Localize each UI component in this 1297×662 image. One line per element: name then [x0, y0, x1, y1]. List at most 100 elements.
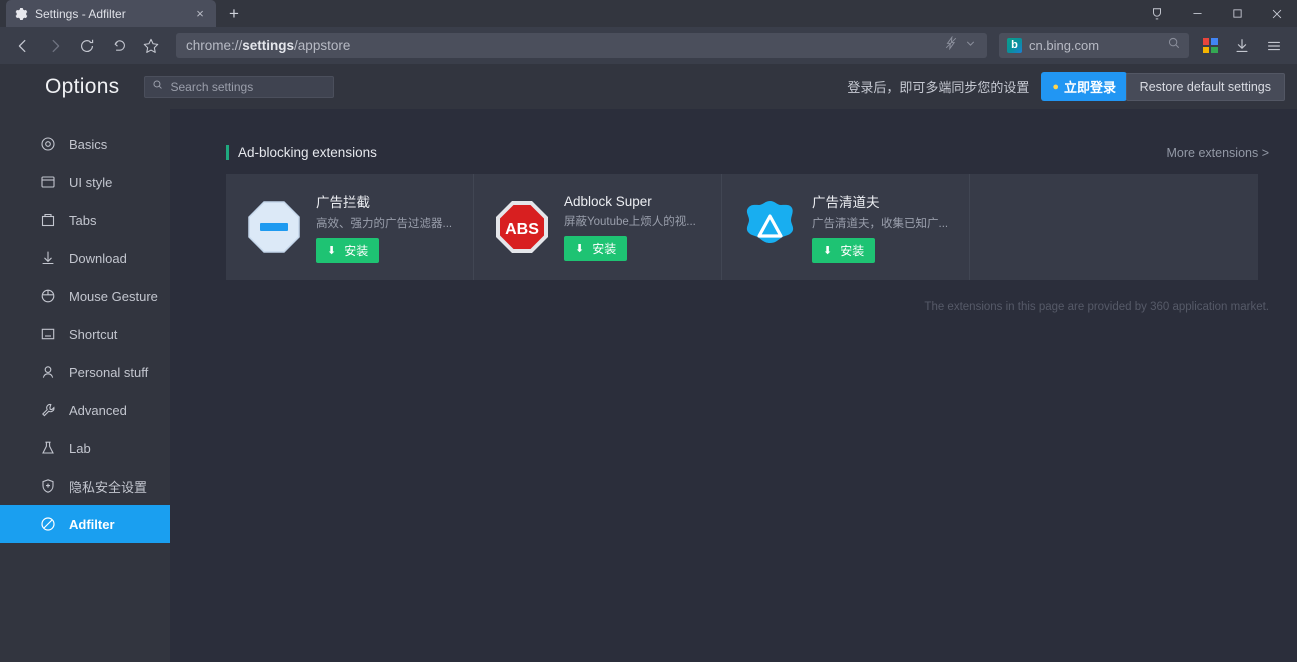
search-engine-box[interactable]: b cn.bing.com [999, 33, 1189, 58]
sidebar-item-mouse-gesture[interactable]: Mouse Gesture [0, 277, 170, 315]
section-accent-bar [226, 145, 229, 160]
sidebar-item-label: Basics [69, 136, 108, 152]
section-header: Ad-blocking extensions More extensions > [226, 145, 1269, 160]
shield-plus-icon [40, 478, 56, 494]
wrench-icon [40, 402, 56, 418]
search-icon [152, 78, 164, 96]
sidebar-item-label: Personal stuff [69, 364, 149, 380]
download-icon: ⬇ [327, 245, 337, 257]
close-window-button[interactable] [1257, 0, 1297, 27]
settings-sidebar: Basics UI style Tabs Download Mouse Gest [0, 109, 170, 662]
page-body: Basics UI style Tabs Download Mouse Gest [0, 109, 1297, 662]
sidebar-item-label: Shortcut [69, 326, 118, 342]
extension-name: 广告清道夫 [812, 195, 880, 210]
extension-name: Adblock Super [564, 193, 652, 209]
tab-title: Settings - Adfilter [35, 6, 126, 21]
keyboard-icon [40, 326, 56, 342]
extension-card[interactable]: 广告拦截 高效、强力的广告过滤器... ⬇ 安装 [226, 174, 474, 280]
extensions-footnote: The extensions in this page are provided… [924, 301, 1269, 313]
close-icon[interactable]: × [192, 6, 208, 22]
address-bar[interactable]: chrome://settings/appstore [176, 33, 987, 58]
sidebar-item-ui-style[interactable]: UI style [0, 163, 170, 201]
extension-card-empty-slot [970, 174, 1258, 280]
octagon-minus-icon [246, 199, 302, 255]
title-bar: Settings - Adfilter × + [0, 0, 1297, 27]
search-settings-input[interactable]: Search settings [144, 75, 335, 98]
window-controls [1137, 0, 1297, 27]
install-button-label: 安装 [840, 244, 865, 258]
apps-grid-icon[interactable] [1195, 31, 1225, 61]
sidebar-item-label: Download [69, 250, 127, 266]
sidebar-item-advanced[interactable]: Advanced [0, 391, 170, 429]
download-icon: ⬇ [823, 245, 833, 257]
address-bar-text: chrome://settings/appstore [186, 38, 351, 53]
history-back-icon[interactable] [104, 31, 134, 61]
maximize-button[interactable] [1217, 0, 1257, 27]
hamburger-menu-icon[interactable] [1259, 31, 1289, 61]
chevron-down-icon[interactable] [964, 37, 977, 55]
back-button[interactable] [8, 31, 38, 61]
sidebar-item-label: Lab [69, 440, 91, 456]
install-button[interactable]: ⬇ 安装 [564, 235, 628, 261]
sidebar-item-adfilter[interactable]: Adfilter [0, 505, 170, 543]
extension-card[interactable]: 广告清道夫 广告清道夫，收集已知广... ⬇ 安装 [722, 174, 970, 280]
login-button[interactable]: ● 立即登录 [1041, 72, 1127, 101]
mouse-icon [40, 288, 56, 304]
reload-button[interactable] [72, 31, 102, 61]
search-engine-text: cn.bing.com [1029, 38, 1100, 53]
install-button-label: 安装 [344, 244, 369, 258]
login-prompt: 登录后，即可多端同步您的设置 ● 立即登录 [847, 72, 1127, 101]
sidebar-item-personal-stuff[interactable]: Personal stuff [0, 353, 170, 391]
gear-icon [14, 7, 28, 21]
more-extensions-link[interactable]: More extensions > [1167, 146, 1269, 160]
bing-icon: b [1007, 38, 1022, 53]
forward-button[interactable] [40, 31, 70, 61]
sidebar-item-label: UI style [69, 174, 113, 190]
sidebar-item-label: Advanced [69, 402, 127, 418]
person-icon [40, 364, 56, 380]
section-title: Ad-blocking extensions [238, 145, 377, 160]
window-icon [40, 174, 56, 190]
sidebar-item-tabs[interactable]: Tabs [0, 201, 170, 239]
tabs-icon [40, 212, 56, 228]
download-icon[interactable] [1227, 31, 1257, 61]
flask-icon [40, 440, 56, 456]
sidebar-item-privacy-security[interactable]: 隐私安全设置 [0, 467, 170, 505]
download-arrow-icon [40, 250, 56, 266]
block-circle-icon [40, 516, 56, 532]
sidebar-item-label: Mouse Gesture [69, 288, 158, 304]
abs-octagon-icon: ABS [494, 199, 550, 255]
download-icon: ⬇ [575, 242, 585, 255]
install-button[interactable]: ⬇ 安装 [316, 238, 380, 263]
extension-name: 广告拦截 [316, 195, 370, 210]
restore-default-settings-button[interactable]: Restore default settings [1125, 72, 1285, 101]
minimize-button[interactable] [1177, 0, 1217, 27]
browser-tab[interactable]: Settings - Adfilter × [6, 0, 216, 27]
sidebar-item-download[interactable]: Download [0, 239, 170, 277]
lightning-slash-icon[interactable] [944, 35, 958, 55]
blue-triangle-icon [742, 199, 798, 255]
sidebar-item-shortcut[interactable]: Shortcut [0, 315, 170, 353]
trophy-icon[interactable] [1137, 0, 1177, 27]
target-icon [40, 136, 56, 152]
extension-description: 屏蔽Youtube上烦人的视... [564, 215, 696, 228]
bookmark-star-icon[interactable] [136, 31, 166, 61]
page-title: Options [45, 74, 120, 98]
options-header: Options Search settings 登录后，即可多端同步您的设置 ●… [0, 64, 1297, 109]
extension-description: 高效、强力的广告过滤器... [316, 218, 453, 230]
extension-card-list: 广告拦截 高效、强力的广告过滤器... ⬇ 安装 ABS Adblock Sup… [226, 174, 1258, 280]
sidebar-item-label: Adfilter [69, 516, 115, 532]
sidebar-item-label: 隐私安全设置 [69, 479, 148, 495]
login-button-label: 立即登录 [1063, 80, 1116, 95]
search-settings-placeholder: Search settings [170, 79, 254, 94]
sidebar-item-basics[interactable]: Basics [0, 125, 170, 163]
sidebar-item-lab[interactable]: Lab [0, 429, 170, 467]
search-icon[interactable] [1167, 36, 1181, 55]
navigation-toolbar: chrome://settings/appstore b cn.bing.com [0, 27, 1297, 64]
user-badge-icon: ● [1052, 80, 1059, 93]
extension-card[interactable]: ABS Adblock Super 屏蔽Youtube上烦人的视... ⬇ 安装 [474, 174, 722, 280]
new-tab-button[interactable]: + [220, 1, 248, 27]
login-prompt-text: 登录后，即可多端同步您的设置 [847, 80, 1030, 95]
install-button[interactable]: ⬇ 安装 [812, 238, 876, 263]
settings-content: Ad-blocking extensions More extensions >… [170, 109, 1297, 662]
